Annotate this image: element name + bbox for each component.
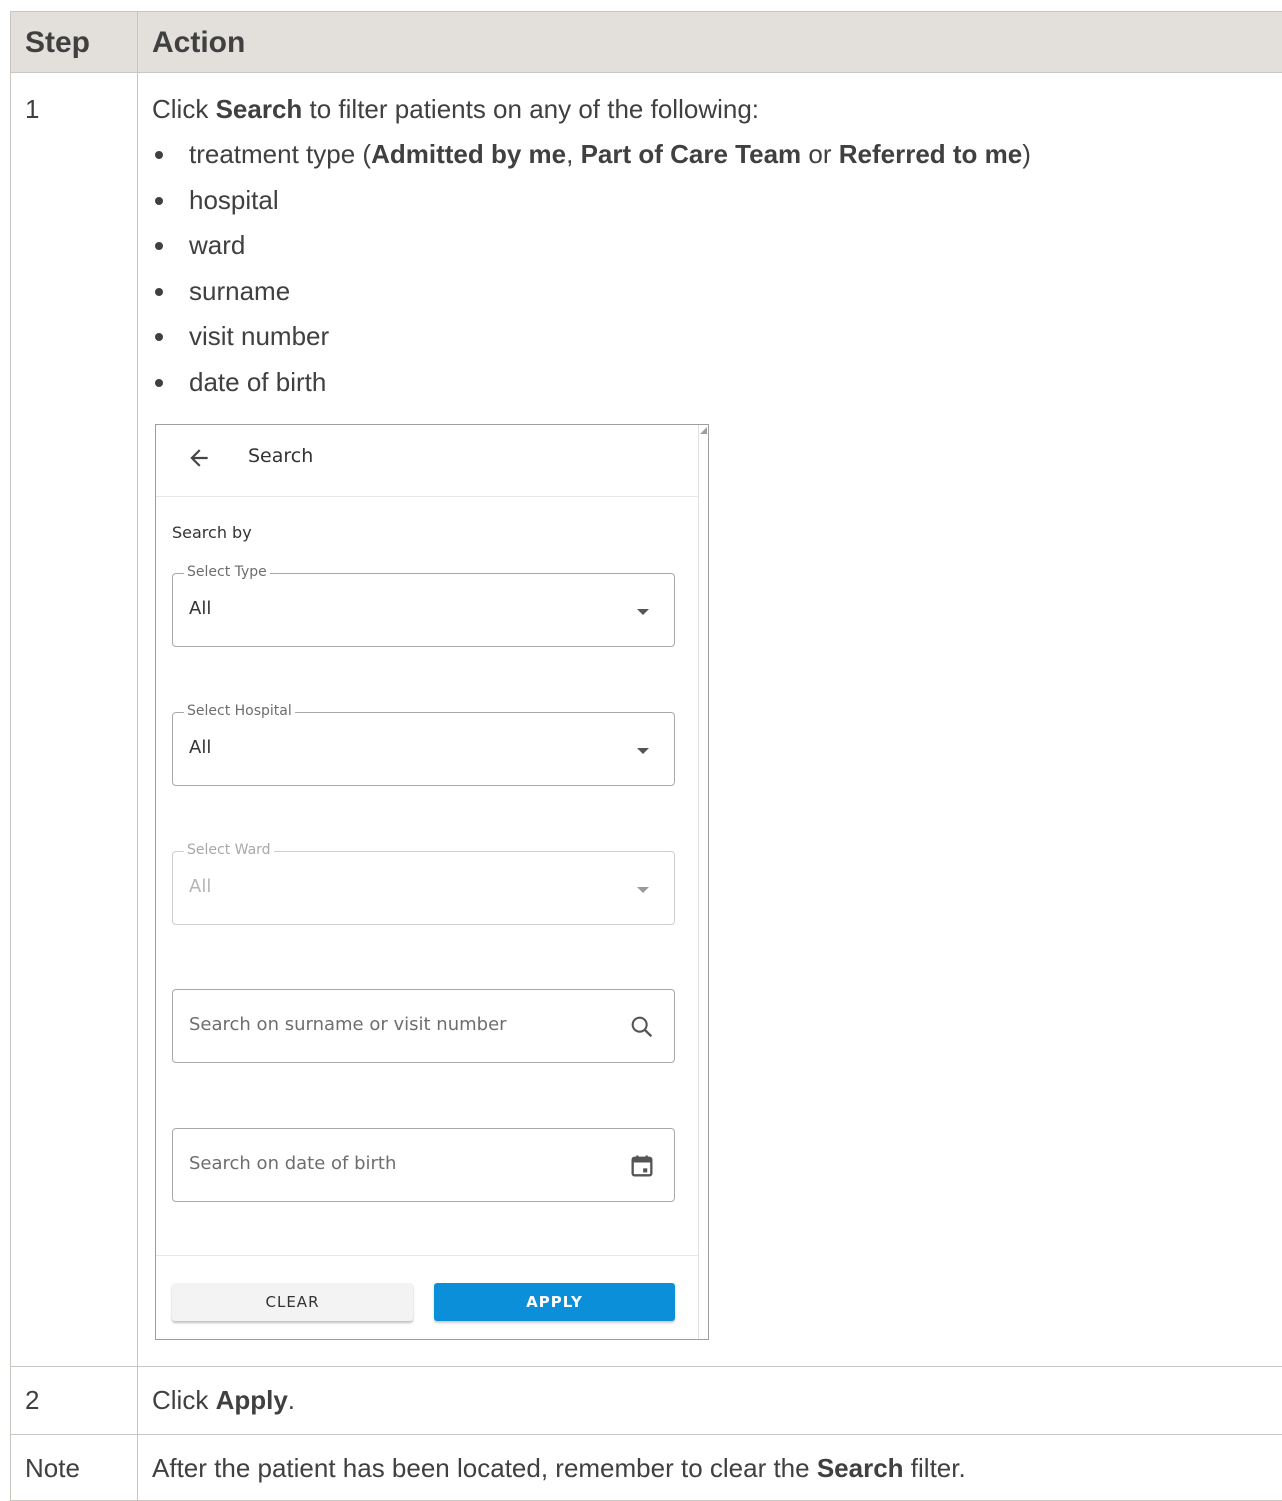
- action-cell: Click Apply.: [138, 1367, 1282, 1435]
- search-panel-title: Search: [248, 445, 313, 467]
- calendar-icon[interactable]: [628, 1152, 656, 1180]
- step-cell: 2: [11, 1367, 138, 1435]
- dob-search-input[interactable]: Search on date of birth: [172, 1128, 675, 1202]
- table-row: 2 Click Apply.: [11, 1367, 1282, 1435]
- list-item: hospital: [152, 178, 1282, 224]
- surname-search-input[interactable]: Search on surname or visit number: [172, 989, 675, 1063]
- select-hospital-dropdown[interactable]: Select Hospital All: [172, 712, 675, 786]
- search-panel-header: Search: [156, 425, 698, 497]
- dropdown-arrow-icon: [637, 887, 649, 893]
- table-header-row: Step Action: [11, 12, 1282, 73]
- action-cell: After the patient has been located, reme…: [138, 1435, 1282, 1501]
- list-item: surname: [152, 269, 1282, 315]
- list-item: date of birth: [152, 360, 1282, 406]
- list-item: treatment type (Admitted by me, Part of …: [152, 132, 1282, 178]
- filter-options-list: treatment type (Admitted by me, Part of …: [152, 132, 1282, 405]
- clear-button[interactable]: CLEAR: [172, 1283, 413, 1321]
- dropdown-arrow-icon: [637, 609, 649, 615]
- search-by-label: Search by: [172, 523, 252, 542]
- step-cell: 1: [11, 73, 138, 1367]
- resize-corner: [700, 427, 707, 434]
- dropdown-arrow-icon: [637, 748, 649, 754]
- apply-button[interactable]: APPLY: [434, 1283, 675, 1321]
- search-icon[interactable]: [628, 1013, 656, 1041]
- panel-footer-divider: [156, 1255, 698, 1256]
- step-1-intro: Click Search to filter patients on any o…: [152, 73, 1282, 124]
- step-cell: Note: [11, 1435, 138, 1501]
- header-action: Action: [138, 12, 1282, 73]
- list-item: ward: [152, 223, 1282, 269]
- list-item: visit number: [152, 314, 1282, 360]
- header-step: Step: [11, 12, 138, 73]
- search-panel-screenshot: Search Search by Select Type All Select …: [155, 424, 709, 1340]
- select-ward-dropdown: Select Ward All: [172, 851, 675, 925]
- table-row: Note After the patient has been located,…: [11, 1435, 1282, 1501]
- select-type-dropdown[interactable]: Select Type All: [172, 573, 675, 647]
- arrow-left-icon[interactable]: [186, 445, 212, 471]
